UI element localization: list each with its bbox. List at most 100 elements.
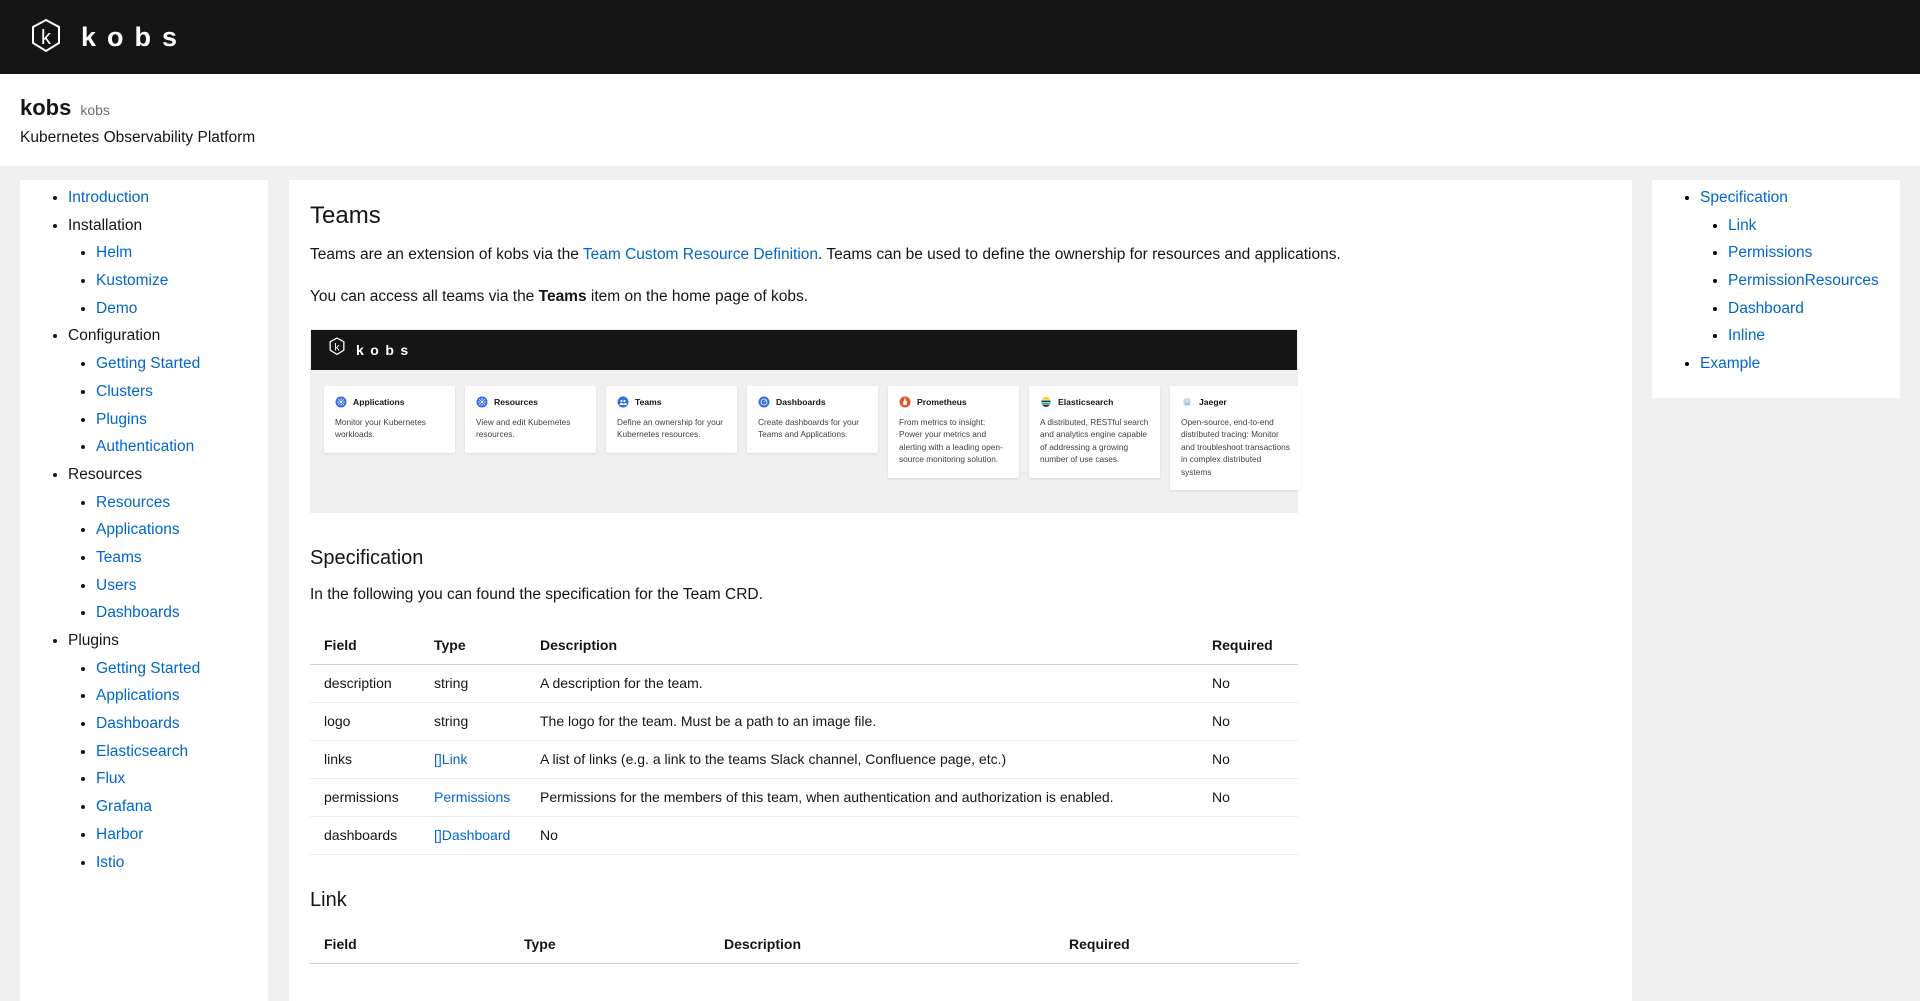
screenshot-card-grid: Applications Monitor your Kubernetes work…	[311, 370, 1301, 512]
sidebar-item-elasticsearch[interactable]: Elasticsearch	[96, 743, 188, 760]
screenshot-card-jaeger[interactable]: Jaeger Open-source, end-to-end distribute…	[1170, 385, 1301, 491]
toc-link-permissionresources[interactable]: PermissionResources	[1728, 272, 1879, 289]
sidebar-subitem: Istio	[96, 854, 268, 871]
type-link-permissions[interactable]: Permissions	[434, 789, 510, 805]
specification-table: Field Type Description Required descript…	[310, 626, 1298, 855]
svg-text:k: k	[41, 27, 52, 49]
cell-description: No	[526, 816, 1198, 855]
screenshot-brand-wordmark: kobs	[356, 341, 415, 358]
screenshot-card-resources[interactable]: Resources View and edit Kubernetes resour…	[465, 385, 596, 453]
screenshot-card-text: Open-source, end-to-end distributed trac…	[1181, 416, 1290, 477]
screenshot-card-teams[interactable]: Teams Define an ownership for your Kubern…	[606, 385, 737, 453]
sidebar-item-resources[interactable]: Resources	[96, 494, 170, 511]
screenshot-card-header: Prometheus	[899, 396, 1008, 408]
doc-heading-teams: Teams	[310, 202, 381, 229]
cell-field: links	[310, 740, 420, 779]
screenshot-card-header: Resources	[476, 396, 585, 408]
screenshot-card-header: Jaeger	[1181, 396, 1290, 408]
specification-table-head: Field Type Description Required	[310, 626, 1298, 665]
cell-type[interactable]: []Link	[420, 740, 526, 779]
sidebar-item-plugins[interactable]: Plugins	[96, 411, 147, 428]
column-header-description: Description	[526, 626, 1198, 665]
sidebar-item-applications[interactable]: Applications	[96, 521, 180, 538]
sidebar-item-getting-started[interactable]: Getting Started	[96, 355, 200, 372]
column-header-required: Required	[1198, 626, 1298, 665]
cell-required: No	[1198, 740, 1298, 779]
toc-link-inline[interactable]: Inline	[1728, 327, 1765, 344]
teams-people-icon	[617, 396, 629, 408]
page-body: Introduction Installation Helm Kustomize Dem…	[0, 166, 1920, 1001]
sidebar-item-clusters[interactable]: Clusters	[96, 383, 153, 400]
screenshot-card-prometheus[interactable]: Prometheus From metrics to insight: Power…	[888, 385, 1019, 478]
cell-field: logo	[310, 702, 420, 741]
screenshot-card-elasticsearch[interactable]: Elasticsearch A distributed, RESTful sear…	[1029, 385, 1160, 478]
toc-link-link[interactable]: Link	[1728, 217, 1756, 234]
column-header-description: Description	[710, 925, 1055, 964]
sidebar-item-resources: Resources	[68, 465, 143, 483]
sidebar-item-getting-started[interactable]: Getting Started	[96, 660, 200, 677]
brand-wordmark[interactable]: kobs	[81, 23, 188, 51]
sidebar-item-istio[interactable]: Istio	[96, 854, 124, 871]
screenshot-card-header: Applications	[335, 396, 444, 408]
intro-p2-text-after: item on the home page of kobs.	[586, 288, 809, 306]
sidebar-subitem: Getting Started	[96, 660, 268, 677]
table-row: links []Link A list of links (e.g. a link …	[310, 740, 1298, 779]
sidebar-item-introduction[interactable]: Introduction	[68, 189, 149, 206]
prometheus-flame-icon	[899, 396, 911, 408]
intro-p2-bold-teams: Teams	[538, 288, 587, 306]
cell-required: No	[1198, 778, 1298, 817]
table-header-row: Field Type Description Required	[310, 626, 1298, 665]
sidebar-sublist: Getting Started Applications Dashboards Ela…	[68, 660, 268, 871]
toc-link-permissions[interactable]: Permissions	[1728, 244, 1812, 261]
screenshot-card-header: Dashboards	[758, 396, 867, 408]
sidebar-item-teams[interactable]: Teams	[96, 549, 142, 566]
dashboards-gauge-icon	[758, 396, 770, 408]
sidebar-item-kustomize[interactable]: Kustomize	[96, 272, 168, 289]
team-crd-link[interactable]: Team Custom Resource Definition	[583, 246, 818, 263]
page-title: kobs	[20, 95, 72, 120]
sidebar-item-helm[interactable]: Helm	[96, 244, 132, 261]
sidebar-item-demo[interactable]: Demo	[96, 300, 137, 317]
cell-description: Permissions for the members of this team…	[526, 778, 1198, 817]
page-header: kobs kobs Kubernetes Observability Platf…	[0, 74, 1920, 166]
link-table: Field Type Description Required	[310, 925, 1298, 964]
screenshot-card-text: From metrics to insight: Power your metr…	[899, 416, 1003, 465]
sidebar-item-grafana[interactable]: Grafana	[96, 798, 152, 815]
column-header-type: Type	[510, 925, 710, 964]
sidebar-sublist: Resources Applications Teams Users Dashboard…	[68, 494, 268, 621]
toc-link-example[interactable]: Example	[1700, 355, 1760, 372]
sidebar-list: Introduction Installation Helm Kustomize Dem…	[20, 190, 268, 870]
screenshot-card-applications[interactable]: Applications Monitor your Kubernetes work…	[324, 385, 455, 453]
cell-type[interactable]: Permissions	[420, 778, 526, 817]
screenshot-card-title: Prometheus	[917, 396, 967, 407]
cell-description: The logo for the team. Must be a path to…	[526, 702, 1198, 741]
column-header-field: Field	[310, 925, 510, 964]
sidebar-item-applications[interactable]: Applications	[96, 687, 180, 704]
type-link-links[interactable]: []Link	[434, 751, 467, 767]
kobs-hexagon-k-icon[interactable]: k	[27, 18, 65, 56]
sidebar-item-authentication[interactable]: Authentication	[96, 438, 194, 455]
sidebar-item-harbor[interactable]: Harbor	[96, 826, 143, 843]
cell-field: description	[310, 664, 420, 703]
table-row: logo string The logo for the team. Must be…	[310, 702, 1298, 741]
toc-link-specification[interactable]: Specification	[1700, 189, 1788, 206]
kubernetes-applications-icon	[335, 396, 347, 408]
toc-subitem: Inline	[1728, 328, 1900, 344]
screenshot-card-title: Jaeger	[1199, 396, 1227, 407]
cell-type[interactable]: []Dashboard	[420, 816, 526, 855]
toc-link-dashboard[interactable]: Dashboard	[1728, 300, 1804, 317]
sidebar-item-plugins: Plugins	[68, 632, 119, 649]
sidebar-item-dashboards[interactable]: Dashboards	[96, 604, 180, 621]
sidebar-sublist: Getting Started Clusters Plugins Authentica…	[68, 356, 268, 455]
column-header-required: Required	[1055, 925, 1298, 964]
cell-required: No	[1198, 664, 1298, 703]
toc-subitem: Permissions	[1728, 245, 1900, 261]
screenshot-card-dashboards[interactable]: Dashboards Create dashboards for your Tea…	[747, 385, 878, 453]
sidebar-item-users[interactable]: Users	[96, 577, 136, 594]
screenshot-card-header: Elasticsearch	[1040, 396, 1149, 408]
sidebar-item-dashboards[interactable]: Dashboards	[96, 715, 180, 732]
type-link-dashboards[interactable]: []Dashboard	[434, 827, 510, 843]
sidebar-item-flux[interactable]: Flux	[96, 770, 125, 787]
screenshot-card-title: Dashboards	[776, 396, 826, 407]
sidebar-subitem: Dashboards	[96, 716, 268, 732]
